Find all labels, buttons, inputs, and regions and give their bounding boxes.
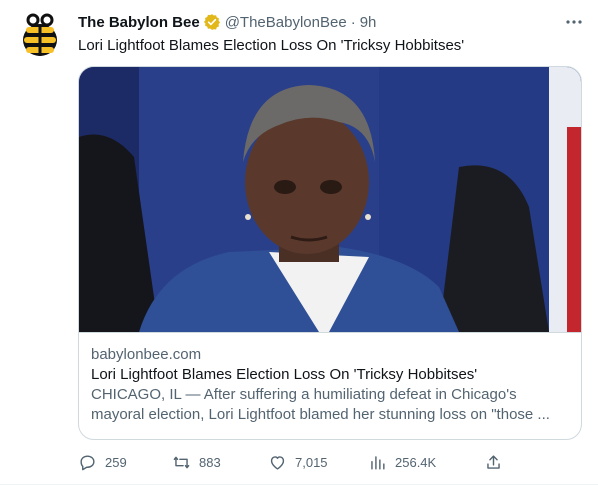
tweet-actions-bar: 259 883 7,015 256.4K xyxy=(78,452,518,472)
babylon-bee-logo-avatar[interactable] xyxy=(16,12,64,60)
more-options-button[interactable] xyxy=(564,12,584,32)
like-button[interactable]: 7,015 xyxy=(268,453,328,472)
retweet-button[interactable]: 883 xyxy=(172,453,221,472)
card-description: CHICAGO, IL — After suffering a humiliat… xyxy=(91,386,550,423)
views-chart-icon xyxy=(371,455,385,470)
tweet-text: Lori Lightfoot Blames Election Loss On '… xyxy=(78,37,465,54)
verified-badge-icon[interactable] xyxy=(203,13,221,31)
like-count: 7,015 xyxy=(295,454,328,470)
reply-button[interactable]: 259 xyxy=(78,453,127,472)
tweet-header: The Babylon Bee @TheBabylonBee · 9h xyxy=(78,12,582,32)
share-icon xyxy=(487,454,500,469)
retweet-count: 883 xyxy=(199,454,221,470)
more-dots-icon xyxy=(566,20,582,24)
share-button[interactable] xyxy=(484,453,511,472)
retweet-icon xyxy=(173,456,190,468)
tweet[interactable]: The Babylon Bee @TheBabylonBee · 9h Lori… xyxy=(0,0,598,485)
card-body[interactable]: babylonbee.com Lori Lightfoot Blames Ele… xyxy=(79,333,581,425)
author-name[interactable]: The Babylon Bee xyxy=(78,14,200,31)
reply-icon xyxy=(80,454,95,470)
author-handle[interactable]: @TheBabylonBee xyxy=(225,14,347,31)
separator-dot: · xyxy=(350,13,356,31)
link-card[interactable]: babylonbee.com Lori Lightfoot Blames Ele… xyxy=(78,66,582,440)
tweet-timestamp[interactable]: 9h xyxy=(360,14,377,31)
card-title: Lori Lightfoot Blames Election Loss On '… xyxy=(91,366,478,383)
views-count: 256.4K xyxy=(395,454,437,470)
card-image-photo[interactable] xyxy=(79,67,582,333)
heart-icon xyxy=(270,455,285,470)
views-button[interactable]: 256.4K xyxy=(368,453,436,472)
card-domain: babylonbee.com xyxy=(91,346,202,363)
reply-count: 259 xyxy=(105,454,127,470)
